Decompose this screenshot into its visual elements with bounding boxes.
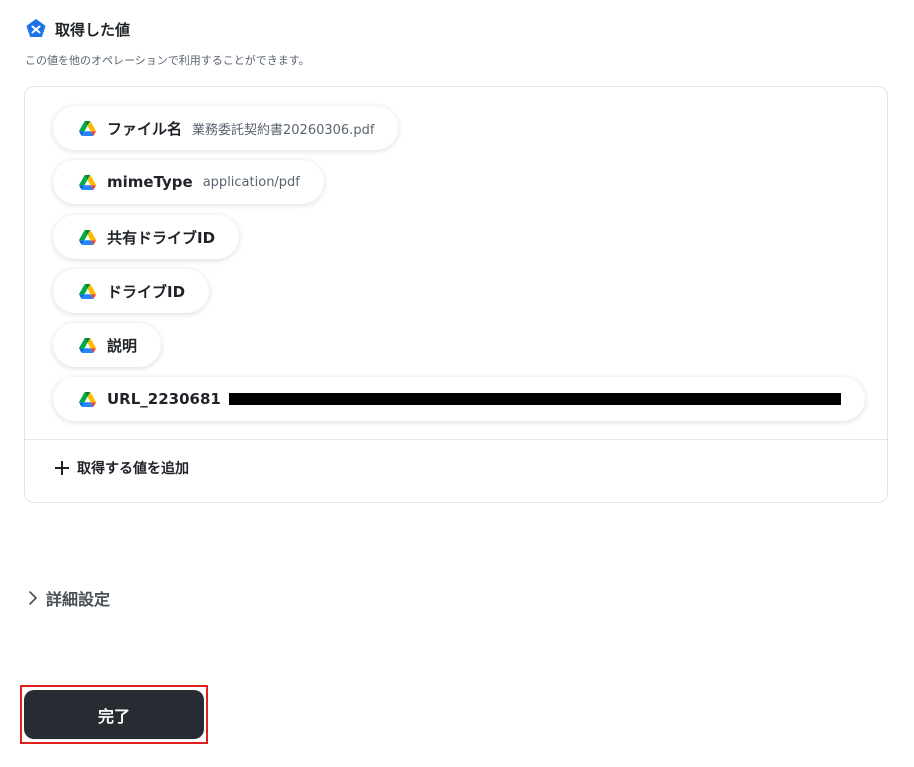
- value-chip-shared-drive-id[interactable]: 共有ドライブID: [53, 215, 240, 259]
- chevron-right-icon: [29, 591, 37, 605]
- value-chip-file-name[interactable]: ファイル名 業務委託契約書20260306.pdf: [53, 106, 399, 150]
- chip-label: 説明: [107, 336, 138, 355]
- google-drive-icon: [79, 391, 96, 407]
- section-title: 取得した値: [55, 20, 131, 39]
- google-drive-icon: [79, 337, 96, 353]
- value-chip-url[interactable]: URL_2230681: [53, 377, 865, 421]
- value-chip-mime-type[interactable]: mimeType application/pdf: [53, 160, 324, 204]
- retrieved-values-panel: ファイル名 業務委託契約書20260306.pdf mimeType appli…: [24, 86, 888, 503]
- chip-label: 共有ドライブID: [107, 228, 216, 247]
- done-button[interactable]: 完了: [24, 690, 204, 739]
- chip-value: 業務委託契約書20260306.pdf: [192, 122, 375, 138]
- google-drive-icon: [79, 283, 96, 299]
- chip-label: URL_2230681: [107, 390, 221, 408]
- advanced-settings-toggle[interactable]: 詳細設定: [28, 586, 110, 610]
- app-logo-icon: [26, 19, 46, 37]
- google-drive-icon: [79, 120, 96, 136]
- plus-icon: [55, 461, 69, 475]
- section-subtitle: この値を他のオペレーションで利用することができます。: [25, 54, 310, 67]
- advanced-settings-label: 詳細設定: [46, 590, 111, 609]
- panel-divider: [25, 439, 887, 440]
- chip-label: ファイル名: [107, 119, 183, 138]
- add-value-button[interactable]: 取得する値を追加: [55, 458, 189, 478]
- redacted-value: [228, 393, 841, 405]
- value-chip-description[interactable]: 説明: [53, 323, 162, 367]
- google-drive-icon: [79, 229, 96, 245]
- google-drive-icon: [79, 174, 96, 190]
- add-value-label: 取得する値を追加: [77, 461, 189, 477]
- chip-label: ドライブID: [107, 282, 186, 301]
- value-chip-drive-id[interactable]: ドライブID: [53, 269, 210, 313]
- section-header: 取得した値: [25, 18, 130, 40]
- chip-value: application/pdf: [202, 174, 300, 190]
- chip-label: mimeType: [107, 173, 193, 191]
